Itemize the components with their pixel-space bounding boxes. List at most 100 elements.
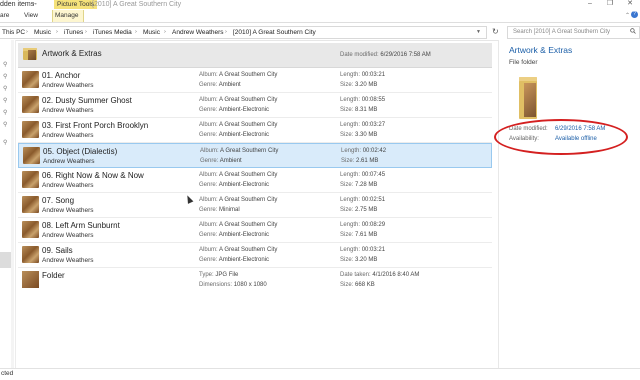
- address-dropdown-icon[interactable]: ▼: [476, 29, 481, 35]
- file-list: Artwork & Extras Date modified: 6/29/201…: [18, 40, 492, 368]
- folder-name: Artwork & Extras: [42, 49, 102, 58]
- pin-icon[interactable]: ⚲: [3, 73, 7, 80]
- title-bar: dden items ↔ Picture Tools [2010] A Grea…: [0, 0, 640, 10]
- album-art-icon: [22, 246, 39, 263]
- refresh-icon[interactable]: ↻: [492, 27, 499, 36]
- track-name: 05. Object (Dialectis): [43, 147, 118, 156]
- album-art-icon: [23, 147, 40, 164]
- track-size: Size: 8.31 MB: [340, 107, 378, 113]
- track-name: 08. Left Arm Sunburnt: [42, 221, 120, 230]
- album-art-icon: [22, 96, 39, 113]
- pin-icon[interactable]: ⚲: [3, 97, 7, 104]
- search-icon[interactable]: [630, 28, 636, 34]
- list-item-jpg[interactable]: Folder Type: JPG File Dimensions: 1080 x…: [18, 268, 492, 293]
- track-artist: Andrew Weathers: [42, 182, 94, 189]
- breadcrumb-separator-icon[interactable]: ›: [85, 29, 87, 35]
- folder-preview-icon: [519, 77, 537, 119]
- list-item[interactable]: 06. Right Now & Now & Now Andrew Weather…: [18, 168, 492, 193]
- track-name: 09. Sails: [42, 246, 73, 255]
- track-length: Length: 00:08:29: [340, 222, 386, 228]
- track-length: Length: 00:08:55: [340, 97, 386, 103]
- breadcrumb-artist[interactable]: Andrew Weathers: [172, 29, 224, 36]
- file-size: Size: 668 KB: [340, 282, 375, 288]
- nav-scrollbar[interactable]: [11, 40, 14, 368]
- window-controls: – ❐ ✕: [580, 0, 640, 10]
- status-text: cted: [1, 370, 14, 377]
- track-name: 07. Song: [42, 196, 75, 205]
- collapse-ribbon-icon[interactable]: ⌃: [625, 12, 630, 19]
- track-size: Size: 3.20 MB: [340, 257, 378, 263]
- track-genre: Genre: Ambient-Electronic: [199, 182, 270, 188]
- track-length: Length: 00:03:21: [340, 72, 386, 78]
- track-size: Size: 7.28 MB: [340, 182, 378, 188]
- track-size: Size: 2.61 MB: [341, 158, 379, 164]
- list-item[interactable]: 03. First Front Porch Brooklyn Andrew We…: [18, 118, 492, 143]
- help-icon[interactable]: ?: [631, 11, 638, 18]
- track-name: 01. Anchor: [42, 71, 81, 80]
- track-name: 06. Right Now & Now & Now: [42, 171, 144, 180]
- list-item-selected[interactable]: 05. Object (Dialectis) Andrew Weathers A…: [18, 143, 492, 168]
- status-bar: cted: [0, 368, 640, 380]
- track-name: 02. Dusty Summer Ghost: [42, 96, 132, 105]
- list-item[interactable]: 08. Left Arm Sunburnt Andrew Weathers Al…: [18, 218, 492, 243]
- picture-tools-tab: Picture Tools: [54, 0, 98, 9]
- album-art-icon: [22, 221, 39, 238]
- navigation-pane: ⚲ ⚲ ⚲ ⚲ ⚲ ⚲ ⚲: [0, 40, 16, 368]
- breadcrumb-separator-icon[interactable]: ›: [225, 29, 227, 35]
- breadcrumb-separator-icon[interactable]: ›: [135, 29, 137, 35]
- hidden-items-label[interactable]: dden items: [0, 1, 34, 8]
- tab-manage[interactable]: Manage: [55, 12, 79, 19]
- breadcrumb-separator-icon[interactable]: ›: [164, 29, 166, 35]
- folder-icon: [23, 48, 37, 60]
- album-art-icon: [22, 121, 39, 138]
- minimize-icon[interactable]: –: [580, 0, 600, 10]
- track-genre: Genre: Ambient: [200, 158, 242, 164]
- breadcrumb-itunes[interactable]: iTunes: [64, 29, 83, 36]
- track-length: Length: 00:07:45: [340, 172, 386, 178]
- pin-icon[interactable]: ⚲: [3, 85, 7, 92]
- file-date-taken: Date taken: 4/1/2016 8:40 AM: [340, 272, 420, 278]
- list-item[interactable]: 02. Dusty Summer Ghost Andrew Weathers A…: [18, 93, 492, 118]
- maximize-icon[interactable]: ❐: [600, 0, 620, 10]
- folder-row-artwork[interactable]: Artwork & Extras Date modified: 6/29/201…: [18, 43, 492, 68]
- track-genre: Genre: Ambient-Electronic: [199, 132, 270, 138]
- breadcrumb-separator-icon[interactable]: ›: [56, 29, 58, 35]
- track-album: Album: A Great Southern City: [199, 222, 278, 228]
- track-album: Album: A Great Southern City: [199, 197, 278, 203]
- breadcrumb-this-pc[interactable]: This PC: [2, 29, 25, 36]
- breadcrumb-album[interactable]: [2010] A Great Southern City: [233, 29, 316, 36]
- ribbon-tabs: are View Manage ⌃ ?: [0, 10, 640, 22]
- tab-view[interactable]: View: [24, 12, 38, 19]
- search-input[interactable]: Search [2010] A Great Southern City: [507, 26, 640, 39]
- track-genre: Genre: Minimal: [199, 207, 240, 213]
- pin-icon[interactable]: ⚲: [3, 109, 7, 116]
- breadcrumb-music-2[interactable]: Music: [143, 29, 160, 36]
- track-artist: Andrew Weathers: [42, 107, 94, 114]
- list-item[interactable]: 09. Sails Andrew Weathers Album: A Great…: [18, 243, 492, 268]
- address-bar[interactable]: This PC › Music › iTunes › iTunes Media …: [0, 26, 487, 39]
- list-item[interactable]: 07. Song Andrew Weathers Album: A Great …: [18, 193, 492, 218]
- breadcrumb-separator-icon[interactable]: ›: [26, 29, 28, 35]
- track-genre: Genre: Ambient: [199, 82, 241, 88]
- breadcrumb-music[interactable]: Music: [34, 29, 51, 36]
- file-dimensions: Dimensions: 1080 x 1080: [199, 282, 267, 288]
- track-length: Length: 00:02:42: [341, 148, 387, 154]
- tab-share[interactable]: are: [0, 12, 9, 19]
- track-size: Size: 3.20 MB: [340, 82, 378, 88]
- nav-selected-item[interactable]: [0, 252, 11, 268]
- image-file-icon: [22, 271, 39, 288]
- pin-icon[interactable]: ⚲: [3, 121, 7, 128]
- pin-icon[interactable]: ⚲: [3, 139, 7, 146]
- album-art-icon: [22, 71, 39, 88]
- track-name: 03. First Front Porch Brooklyn: [42, 121, 149, 130]
- breadcrumb-itunes-media[interactable]: iTunes Media: [93, 29, 132, 36]
- quick-access-overflow-icon[interactable]: ↔: [31, 0, 38, 7]
- track-genre: Genre: Ambient-Electronic: [199, 107, 270, 113]
- track-length: Length: 00:02:51: [340, 197, 386, 203]
- pin-icon[interactable]: ⚲: [3, 61, 7, 68]
- track-length: Length: 00:03:27: [340, 122, 386, 128]
- close-icon[interactable]: ✕: [620, 0, 640, 10]
- track-album: Album: A Great Southern City: [199, 97, 278, 103]
- list-item[interactable]: 01. Anchor Andrew Weathers Album: A Grea…: [18, 68, 492, 93]
- address-row: This PC › Music › iTunes › iTunes Media …: [0, 22, 640, 41]
